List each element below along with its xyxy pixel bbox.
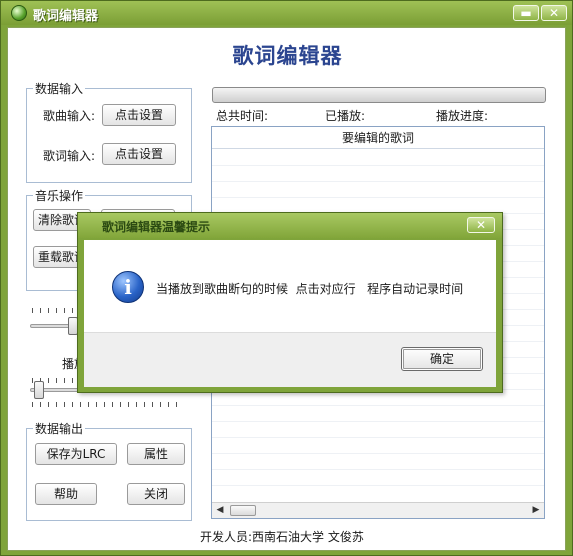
scrollbar-thumb[interactable] (230, 505, 256, 516)
green-orb-icon (11, 5, 27, 21)
song-set-button[interactable]: 点击设置 (102, 104, 176, 126)
song-input-label: 歌曲输入: (43, 109, 96, 123)
dialog-body: i 当播放到歌曲断句的时候 点击对应行 程序自动记录时间 确定 (84, 240, 496, 387)
close-window-button[interactable]: ✕ (541, 5, 567, 21)
window-title: 歌词编辑器 (33, 9, 99, 24)
scroll-left-icon[interactable]: ◀ (212, 503, 228, 518)
dialog-title-bar[interactable]: 歌词编辑器温馨提示 ✕ (78, 213, 502, 238)
properties-button[interactable]: 属性 (127, 443, 185, 465)
slider-ticks-3 (32, 402, 182, 407)
playback-progress-bar (212, 87, 546, 103)
minimize-button[interactable]: ▬ (513, 5, 539, 21)
data-output-group-label: 数据输出 (33, 420, 86, 437)
data-output-group: 数据输出 保存为LRC 属性 帮助 关闭 (26, 420, 192, 521)
total-time-label: 总共时间: (216, 109, 269, 123)
dialog-message: 当播放到歌曲断句的时候 点击对应行 程序自动记录时间 (156, 282, 464, 296)
lyrics-input-label: 歌词输入: (43, 149, 96, 163)
app-heading: 歌词编辑器 (232, 43, 343, 68)
data-input-group-label: 数据输入 (33, 80, 86, 97)
horizontal-scrollbar[interactable]: ◀ ▶ (212, 502, 544, 518)
help-button[interactable]: 帮助 (35, 483, 97, 505)
lyrics-set-button[interactable]: 点击设置 (102, 143, 176, 165)
ok-button[interactable]: 确定 (401, 347, 483, 371)
played-label: 已播放: (325, 109, 366, 123)
developer-credits: 开发人员:西南石油大学 文俊苏 (200, 530, 364, 544)
close-app-button[interactable]: 关闭 (127, 483, 185, 505)
dialog-title: 歌词编辑器温馨提示 (102, 220, 211, 234)
information-icon: i (112, 271, 144, 303)
progress-label: 播放进度: (436, 109, 489, 123)
dialog-close-button[interactable]: ✕ (467, 217, 495, 233)
playback-slider-thumb[interactable] (34, 381, 44, 399)
save-lrc-button[interactable]: 保存为LRC (35, 443, 117, 465)
main-window: 歌词编辑器 ▬ ✕ 歌词编辑器 数据输入 歌曲输入: 点击设置 歌词输入: 点击… (0, 0, 573, 556)
dialog-button-area: 确定 (84, 332, 496, 387)
scroll-right-icon[interactable]: ▶ (528, 503, 544, 518)
data-input-group: 数据输入 歌曲输入: 点击设置 歌词输入: 点击设置 (26, 80, 192, 183)
tip-dialog: 歌词编辑器温馨提示 ✕ i 当播放到歌曲断句的时候 点击对应行 程序自动记录时间… (77, 212, 503, 393)
music-ops-group-label: 音乐操作 (33, 187, 86, 204)
lyrics-list-header[interactable]: 要编辑的歌词 (212, 127, 544, 149)
title-bar[interactable]: 歌词编辑器 ▬ ✕ (1, 1, 572, 25)
